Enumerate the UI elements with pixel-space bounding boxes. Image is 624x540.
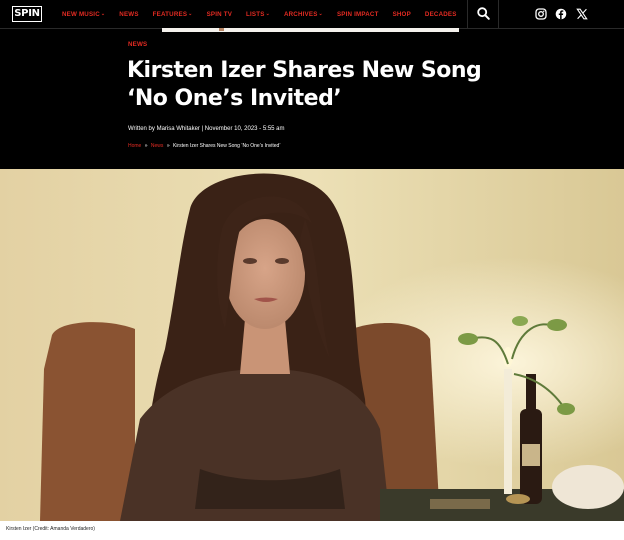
breadcrumb-home[interactable]: Home	[128, 143, 141, 149]
nav-item-label: DECADES	[424, 10, 457, 18]
article-byline: Written by Marisa Whitaker | November 10…	[128, 126, 285, 132]
article-category[interactable]: NEWS	[128, 41, 147, 48]
chevron-down-icon: ⌄	[318, 11, 323, 17]
nav-item-news[interactable]: NEWS	[119, 11, 138, 18]
breadcrumb-separator: »	[166, 143, 170, 149]
chevron-down-icon: ⌄	[265, 11, 270, 17]
nav-divider	[498, 0, 499, 28]
instagram-icon	[535, 8, 547, 20]
nav-item-label: SPIN TV	[206, 10, 233, 18]
nav-item-features[interactable]: FEATURES ⌄	[153, 11, 193, 18]
nav-item-spin-tv[interactable]: SPIN TV	[207, 11, 232, 18]
nav-item-label: ARCHIVES	[283, 10, 318, 18]
breadcrumb: Home » News » Kirsten Izer Shares New So…	[128, 143, 280, 149]
nav-item-archives[interactable]: ARCHIVES ⌄	[284, 11, 323, 18]
nav-item-label: NEWS	[119, 10, 139, 18]
headline-line-1: Kirsten Izer Shares New Song	[127, 58, 482, 83]
nav-item-shop[interactable]: SHOP	[393, 11, 411, 18]
chevron-down-icon: ⌄	[188, 11, 193, 17]
top-navigation: SPIN NEW MUSIC ⌄ NEWS FEATURES ⌄ SPIN TV L…	[0, 0, 624, 29]
nav-item-decades[interactable]: DECADES	[425, 11, 457, 18]
ad-strip	[162, 28, 459, 32]
nav-item-label: SPIN IMPACT	[336, 10, 379, 18]
nav-item-label: SHOP	[392, 10, 411, 18]
ad-strip-mark	[219, 28, 224, 31]
nav-divider	[467, 0, 468, 28]
nav-item-label: LISTS	[246, 10, 265, 18]
nav-item-label: NEW MUSIC	[62, 10, 100, 18]
breadcrumb-current: Kirsten Izer Shares New Song ‘No One’s I…	[172, 143, 281, 149]
facebook-icon	[555, 8, 567, 20]
breadcrumb-news[interactable]: News	[151, 143, 164, 149]
hero-photo	[0, 169, 624, 521]
article-headline: Kirsten Izer Shares New Song ‘No One’s I…	[127, 57, 487, 113]
breadcrumb-separator: »	[144, 143, 148, 149]
chevron-down-icon: ⌄	[100, 11, 106, 17]
headline-line-2: ‘No One’s Invited’	[127, 86, 342, 111]
facebook-link[interactable]	[555, 7, 567, 20]
nav-item-spin-impact[interactable]: SPIN IMPACT	[337, 11, 379, 18]
search-icon	[477, 7, 490, 20]
image-caption: Kirsten Izer (Credit: Amanda Verdadero)	[6, 526, 95, 532]
x-icon	[576, 8, 588, 20]
spin-logo[interactable]: SPIN	[12, 6, 42, 22]
instagram-link[interactable]	[535, 7, 547, 20]
nav-item-label: FEATURES	[152, 10, 188, 18]
article-hero-image	[0, 169, 624, 521]
x-link[interactable]	[576, 7, 588, 20]
search-button[interactable]	[476, 6, 491, 21]
nav-item-new-music[interactable]: NEW MUSIC ⌄	[62, 11, 105, 18]
nav-menu: NEW MUSIC ⌄ NEWS FEATURES ⌄ SPIN TV LISTS ⌄…	[62, 0, 471, 28]
nav-item-lists[interactable]: LISTS ⌄	[246, 11, 270, 18]
